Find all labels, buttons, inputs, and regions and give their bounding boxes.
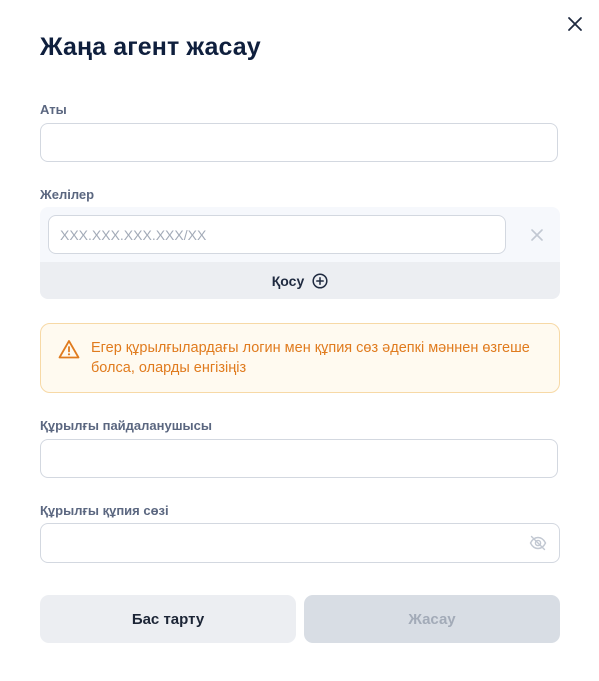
networks-group: Қосу — [40, 207, 560, 299]
name-label: Аты — [40, 102, 67, 117]
warning-icon — [58, 340, 80, 359]
remove-network-button[interactable] — [528, 226, 546, 244]
name-input[interactable] — [40, 123, 558, 162]
credentials-alert: Егер құрылғылардағы логин мен құпия сөз … — [40, 323, 560, 393]
create-button[interactable]: Жасау — [304, 595, 560, 643]
dialog-title: Жаңа агент жасау — [40, 33, 261, 61]
networks-label: Желілер — [40, 187, 95, 202]
network-input[interactable] — [48, 215, 506, 254]
device-password-input[interactable] — [40, 523, 560, 563]
eye-off-icon — [529, 535, 547, 551]
close-icon — [568, 17, 582, 31]
device-password-label: Құрылғы құпия сөзі — [40, 503, 169, 518]
create-agent-dialog: Жаңа агент жасау Аты Желілер Қосу Егер қ… — [0, 0, 599, 681]
close-icon — [531, 229, 543, 241]
device-user-input[interactable] — [40, 439, 558, 478]
add-network-label: Қосу — [271, 272, 305, 289]
plus-circle-icon — [312, 272, 328, 289]
device-password-field — [40, 523, 560, 563]
device-user-label: Құрылғы пайдаланушысы — [40, 418, 212, 433]
alert-text: Егер құрылғылардағы логин мен құпия сөз … — [91, 340, 530, 376]
close-button[interactable] — [563, 12, 587, 36]
add-network-button[interactable]: Қосу — [40, 262, 560, 299]
toggle-password-visibility-button[interactable] — [528, 533, 548, 553]
cancel-button[interactable]: Бас тарту — [40, 595, 296, 643]
